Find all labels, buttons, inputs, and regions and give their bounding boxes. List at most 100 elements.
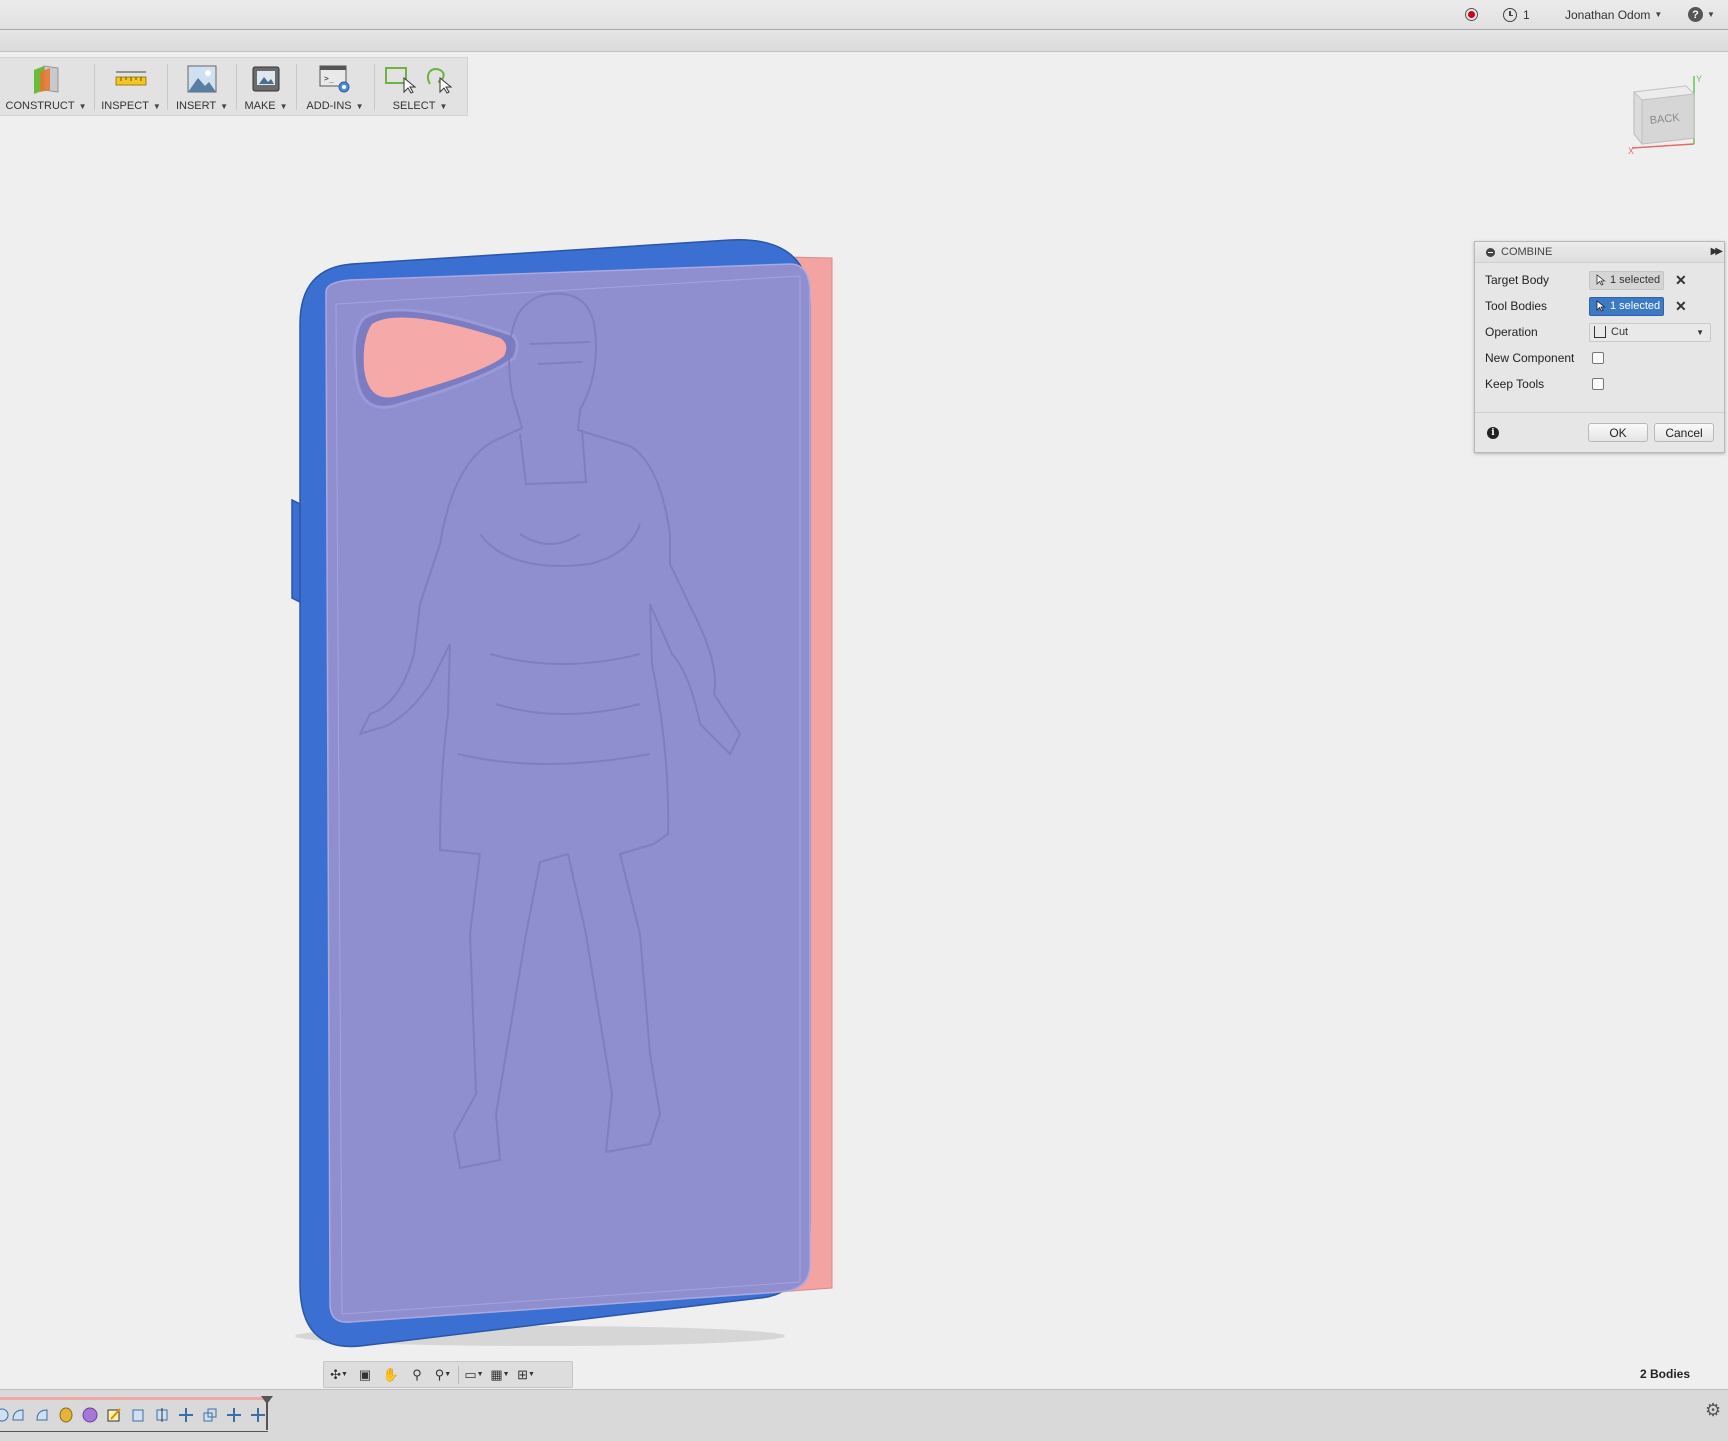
clear-tool-bodies-icon[interactable]: ✕: [1675, 298, 1687, 315]
application-bar: 1 Jonathan Odom ▼ ? ▼: [0, 0, 1728, 30]
pan-icon[interactable]: ✋: [380, 1366, 402, 1384]
new-component-label: New Component: [1485, 351, 1575, 365]
script-gear-icon: >_: [317, 64, 353, 94]
toolbar-divider: [296, 64, 297, 110]
combine-dialog-header[interactable]: COMBINE ▶▶: [1475, 242, 1724, 263]
chevron-down-icon: ▼: [1696, 327, 1704, 337]
timeline-track: [0, 1431, 268, 1432]
keep-tools-checkbox[interactable]: [1592, 378, 1604, 390]
timeline-feature-icon[interactable]: [0, 1407, 10, 1423]
fit-icon[interactable]: ⚲ ▼: [432, 1366, 454, 1384]
ribbon-toolbar: CONSTRUCT ▼ INSPECT ▼ INSERT ▼ MAKE ▼ >_…: [0, 57, 468, 116]
construct-menu[interactable]: CONSTRUCT ▼: [4, 58, 88, 115]
combine-dialog: COMBINE ▶▶ Target Body 1 selected ✕ Tool…: [1474, 241, 1725, 453]
user-menu[interactable]: Jonathan Odom ▼: [1565, 0, 1662, 29]
insert-menu[interactable]: INSERT ▼: [172, 58, 232, 115]
timeline-feature-icon[interactable]: [58, 1407, 74, 1423]
image-icon: [184, 64, 220, 94]
chevron-down-icon: ▼: [355, 102, 364, 111]
insert-label: INSERT: [175, 100, 217, 112]
timeline-feature-icon[interactable]: [202, 1407, 218, 1423]
tool-bodies-row: Tool Bodies 1 selected ✕: [1475, 294, 1724, 318]
operation-dropdown[interactable]: Cut ▼: [1589, 322, 1711, 342]
navigation-bar: ✣ ▼ ▣ ✋ ⚲ ⚲ ▼ ▭ ▼ ▦ ▼ ⊞ ▼: [323, 1361, 573, 1388]
keep-tools-row: Keep Tools: [1475, 372, 1724, 396]
bodies-count: 2 Bodies: [1640, 1367, 1691, 1381]
viewports-icon[interactable]: ⊞ ▼: [515, 1366, 537, 1384]
chevron-down-icon: ▼: [279, 102, 288, 111]
tool-bodies-value: 1 selected: [1610, 300, 1661, 312]
timeline-playhead[interactable]: [261, 1396, 273, 1430]
select-cursor-icon: [380, 64, 460, 94]
timeline-feature-icon[interactable]: [178, 1407, 194, 1423]
orbit-icon[interactable]: ✣ ▼: [328, 1366, 350, 1384]
inspect-label: INSPECT: [101, 100, 149, 112]
grid-settings-icon[interactable]: ▦ ▼: [489, 1366, 511, 1384]
info-icon[interactable]: i: [1487, 427, 1499, 439]
help-menu[interactable]: ? ▼: [1688, 0, 1715, 29]
chevron-down-icon: ▼: [220, 102, 229, 111]
viewcube-axis-x: X: [1628, 146, 1634, 156]
ruler-icon: [113, 64, 149, 94]
viewcube[interactable]: BACK X Y: [1628, 74, 1708, 156]
timeline: [0, 1389, 1728, 1441]
clear-target-body-icon[interactable]: ✕: [1675, 272, 1687, 289]
operation-value: Cut: [1611, 326, 1629, 338]
timeline-feature-icon[interactable]: [34, 1407, 50, 1423]
operation-label: Operation: [1485, 325, 1538, 339]
make-label: MAKE: [244, 100, 276, 112]
collapse-icon[interactable]: [1486, 247, 1495, 257]
combine-dialog-title: COMBINE: [1501, 246, 1553, 258]
make-menu[interactable]: MAKE ▼: [240, 58, 292, 115]
timeline-feature-icon[interactable]: [106, 1407, 122, 1423]
timeline-feature-icon[interactable]: [226, 1407, 242, 1423]
cut-operation-icon: [1594, 326, 1606, 338]
timeline-feature-icon[interactable]: [154, 1407, 170, 1423]
cancel-button[interactable]: Cancel: [1654, 423, 1714, 442]
job-status-button[interactable]: 1: [1503, 0, 1530, 29]
record-icon: [1465, 8, 1478, 21]
navbar-divider: [458, 1365, 459, 1384]
construct-plane-icon: [28, 64, 64, 94]
timeline-feature-icon[interactable]: [130, 1407, 146, 1423]
tool-bodies-label: Tool Bodies: [1485, 299, 1548, 313]
toolbar-divider: [236, 64, 237, 110]
model-phone-case[interactable]: [290, 234, 840, 1364]
timeline-feature-icon[interactable]: [250, 1407, 266, 1423]
expand-arrows-icon[interactable]: ▶▶: [1711, 246, 1724, 257]
target-body-value: 1 selected: [1610, 274, 1661, 286]
inspect-menu[interactable]: INSPECT ▼: [100, 58, 162, 115]
new-component-row: New Component: [1475, 346, 1724, 370]
help-icon: ?: [1688, 7, 1703, 22]
clock-icon: [1503, 7, 1517, 22]
select-menu[interactable]: SELECT ▼: [378, 58, 462, 115]
chevron-down-icon: ▼: [78, 102, 87, 111]
timeline-feature-icon[interactable]: [10, 1407, 26, 1423]
operation-row: Operation Cut ▼: [1475, 320, 1724, 344]
target-body-selector[interactable]: 1 selected: [1589, 270, 1664, 290]
timeline-feature-icon[interactable]: [82, 1407, 98, 1423]
select-label: SELECT: [392, 100, 436, 112]
svg-text:>_: >_: [324, 74, 334, 83]
chevron-down-icon: ▼: [1654, 10, 1663, 19]
cursor-icon: [1596, 274, 1606, 286]
zoom-icon[interactable]: ⚲: [406, 1366, 428, 1384]
new-component-checkbox[interactable]: [1592, 352, 1604, 364]
tool-bodies-selector[interactable]: 1 selected: [1589, 296, 1664, 316]
keep-tools-label: Keep Tools: [1485, 377, 1545, 391]
target-body-label: Target Body: [1485, 273, 1550, 287]
look-at-icon[interactable]: ▣: [354, 1366, 376, 1384]
chevron-down-icon: ▼: [439, 102, 448, 111]
display-settings-icon[interactable]: ▭ ▼: [463, 1366, 485, 1384]
document-tab-bar: [0, 30, 1728, 52]
chevron-down-icon: ▼: [1707, 10, 1715, 19]
add-ins-menu[interactable]: >_ ADD-INS ▼: [300, 58, 370, 115]
chevron-down-icon: ▼: [152, 102, 161, 111]
gear-icon[interactable]: ⚙: [1705, 1400, 1721, 1421]
ok-button[interactable]: OK: [1588, 423, 1648, 442]
target-body-row: Target Body 1 selected ✕: [1475, 268, 1724, 292]
add-ins-label: ADD-INS: [306, 100, 352, 112]
viewcube-axis-y: Y: [1696, 74, 1702, 84]
record-button[interactable]: [1465, 0, 1478, 29]
toolbar-divider: [94, 64, 95, 110]
